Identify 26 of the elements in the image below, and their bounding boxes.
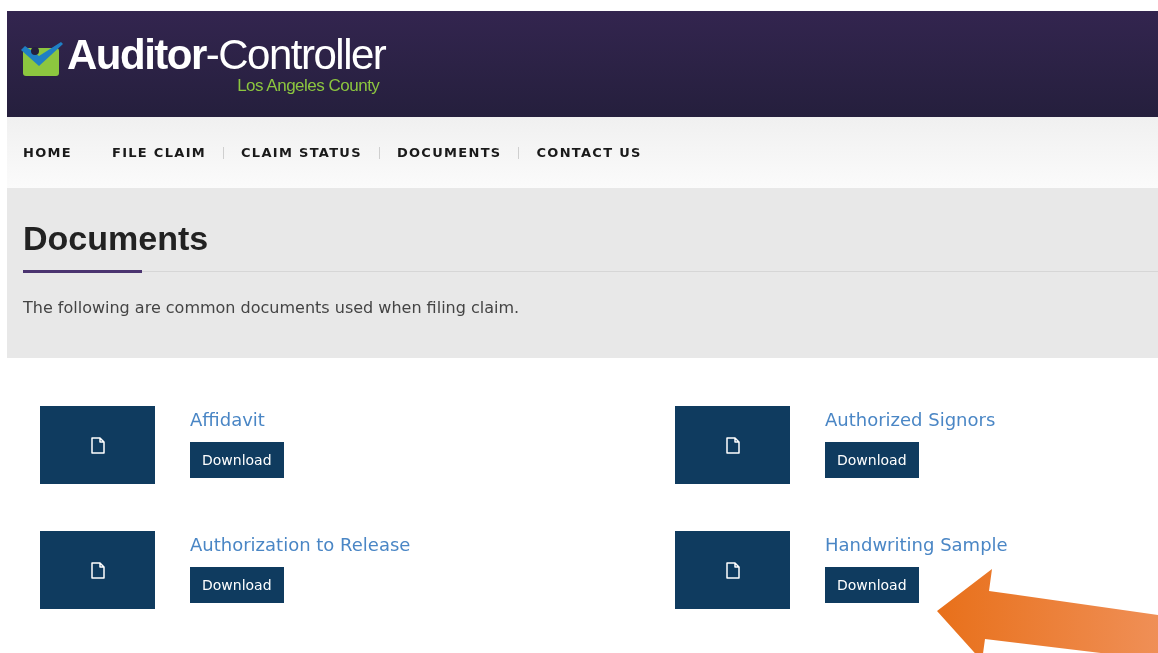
page-title: Documents [23, 218, 210, 258]
download-button[interactable]: Download [825, 567, 919, 603]
document-icon [725, 436, 740, 454]
site-subtitle: Los Angeles County [237, 77, 380, 95]
document-icon [725, 561, 740, 579]
download-button[interactable]: Download [190, 442, 284, 478]
site-title: Auditor-Controller [67, 33, 386, 77]
nav-link[interactable]: FILE CLAIM [111, 142, 207, 163]
logo-icon [21, 42, 63, 78]
document-thumbnail[interactable] [675, 406, 790, 484]
document-link[interactable]: Affidavit [190, 408, 265, 432]
document-thumbnail[interactable] [675, 531, 790, 609]
nav-link[interactable]: DOCUMENTS [396, 142, 502, 163]
document-icon [90, 561, 105, 579]
document-thumbnail[interactable] [40, 531, 155, 609]
document-link[interactable]: Authorized Signors [825, 408, 996, 432]
document-link[interactable]: Authorization to Release [190, 533, 411, 557]
document-icon [90, 436, 105, 454]
nav-link[interactable]: CLAIM STATUS [241, 142, 362, 163]
document-link[interactable]: Handwriting Sample [825, 533, 1008, 557]
download-button[interactable]: Download [190, 567, 284, 603]
nav-link[interactable]: CONTACT US [536, 142, 642, 163]
download-button[interactable]: Download [825, 442, 919, 478]
document-thumbnail[interactable] [40, 406, 155, 484]
nav-link[interactable]: HOME [23, 142, 72, 163]
intro-text: The following are common documents used when filing claim. [23, 297, 521, 319]
